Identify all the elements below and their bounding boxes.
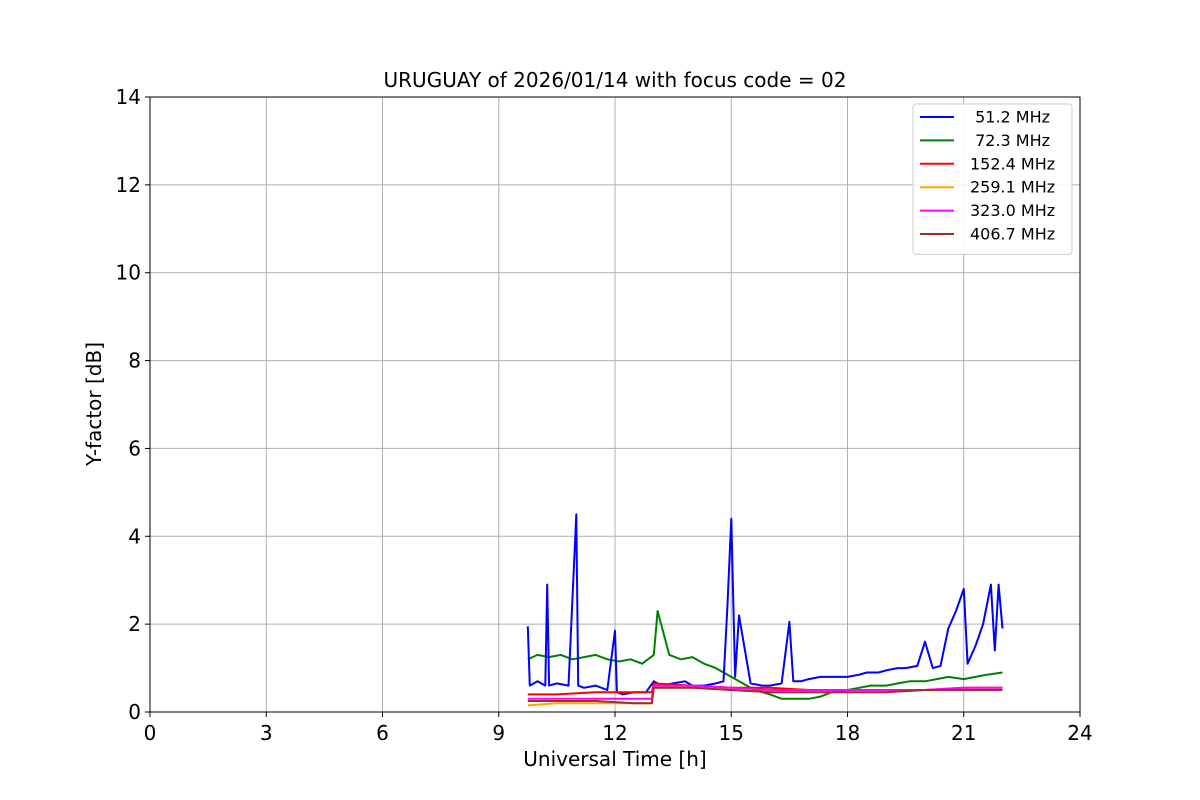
y-tick-label: 4 bbox=[128, 524, 141, 548]
legend-entry: 51.2 MHz bbox=[970, 108, 1050, 127]
legend: 51.2 MHz 72.3 MHz 152.4 MHz 259.1 MHz 323.0… bbox=[912, 103, 1073, 255]
x-tick-label: 3 bbox=[260, 721, 273, 745]
x-tick-label: 18 bbox=[835, 721, 860, 745]
y-tick-label: 0 bbox=[128, 700, 141, 724]
chart-title: URUGUAY of 2026/01/14 with focus code = … bbox=[384, 68, 847, 92]
x-axis-label: Universal Time [h] bbox=[523, 747, 706, 771]
x-tick-label: 21 bbox=[951, 721, 976, 745]
y-tick-label: 2 bbox=[128, 612, 141, 636]
legend-entry: 406.7 MHz bbox=[970, 225, 1055, 244]
legend-entry: 323.0 MHz bbox=[970, 201, 1055, 220]
y-tick-label: 10 bbox=[116, 261, 141, 285]
y-axis-label: Y-factor [dB] bbox=[82, 342, 106, 467]
legend-entry: 259.1 MHz bbox=[970, 178, 1055, 197]
chart-canvas: URUGUAY of 2026/01/14 with focus code = … bbox=[82, 68, 1093, 771]
x-tick-label: 24 bbox=[1067, 721, 1092, 745]
x-tick-label: 6 bbox=[376, 721, 389, 745]
plot-area bbox=[526, 513, 1004, 707]
series-line-0 bbox=[526, 513, 1004, 696]
x-tick-label: 15 bbox=[719, 721, 744, 745]
x-tick-label: 9 bbox=[492, 721, 505, 745]
legend-entry: 72.3 MHz bbox=[970, 131, 1050, 150]
y-tick-label: 14 bbox=[116, 85, 141, 109]
legend-entry: 152.4 MHz bbox=[970, 154, 1055, 173]
y-tick-label: 6 bbox=[128, 436, 141, 460]
y-tick-label: 8 bbox=[128, 349, 141, 373]
x-tick-label: 0 bbox=[144, 721, 157, 745]
x-tick-label: 12 bbox=[602, 721, 627, 745]
y-tick-label: 12 bbox=[116, 173, 141, 197]
